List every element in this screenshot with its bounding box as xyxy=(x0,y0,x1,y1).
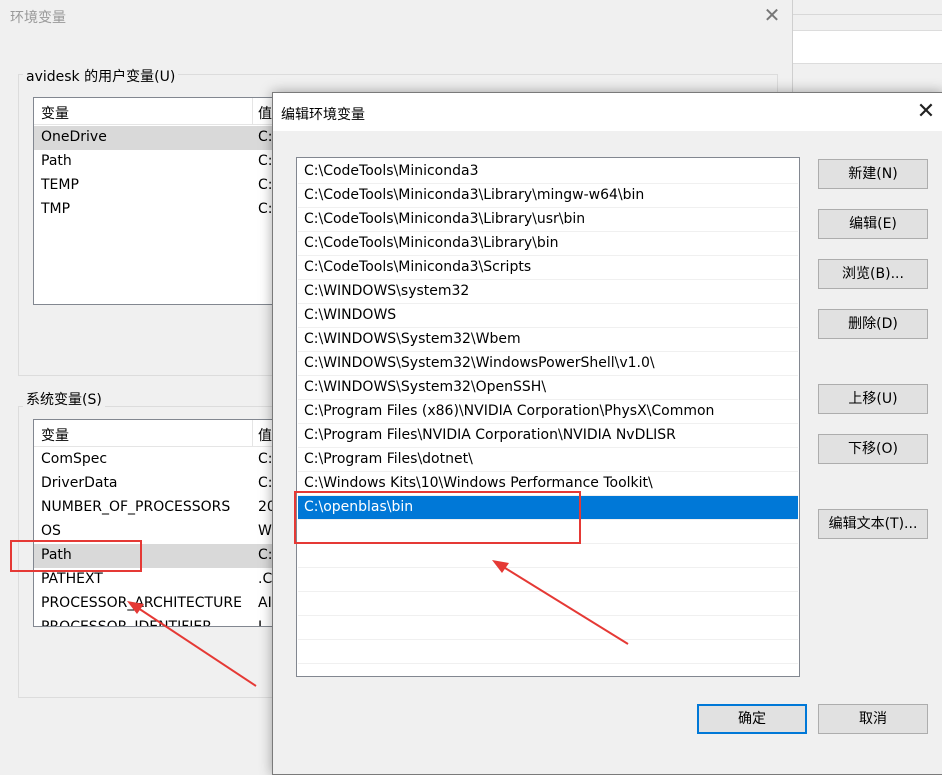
variable-value: C: xyxy=(258,201,273,217)
edit-environment-variable-dialog: 编辑环境变量 ✕ C:\CodeTools\Miniconda3 C:\Code… xyxy=(272,92,942,775)
path-text: C:\WINDOWS\System32\WindowsPowerShell\v1… xyxy=(304,355,655,371)
path-text: C:\Program Files\dotnet\ xyxy=(304,451,473,467)
path-text: C:\WINDOWS\system32 xyxy=(304,283,470,299)
dialog-title: 编辑环境变量 xyxy=(281,107,365,123)
variable-name: Path xyxy=(41,153,72,169)
user-variables-list[interactable]: 变量 值 OneDrive C: Path C: TEMP C: TMP C: xyxy=(33,97,285,305)
cancel-button[interactable]: 取消 xyxy=(818,704,928,734)
variable-name: OS xyxy=(41,523,61,539)
system-variables-label: 系统变量(S) xyxy=(23,389,105,409)
variable-name: NUMBER_OF_PROCESSORS xyxy=(41,499,231,515)
column-header-variable[interactable]: 变量 xyxy=(41,425,69,445)
close-icon[interactable]: ✕ xyxy=(763,4,781,26)
path-list-item[interactable]: C:\Program Files\dotnet\ xyxy=(298,448,798,472)
move-up-button[interactable]: 上移(U) xyxy=(818,384,928,414)
path-text: C:\WINDOWS\System32\Wbem xyxy=(304,331,521,347)
path-text: C:\CodeTools\Miniconda3\Library\usr\bin xyxy=(304,211,586,227)
column-header-value[interactable]: 值 xyxy=(258,103,272,123)
list-item[interactable]: OneDrive C: xyxy=(34,126,284,150)
variable-value: C: xyxy=(258,177,273,193)
path-list-item[interactable]: C:\CodeTools\Miniconda3\Library\usr\bin xyxy=(298,208,798,232)
edit-button[interactable]: 编辑(E) xyxy=(818,209,928,239)
variable-value: C: xyxy=(258,153,273,169)
path-list-empty-row[interactable] xyxy=(298,640,798,664)
path-list-item[interactable]: C:\Program Files\NVIDIA Corporation\NVID… xyxy=(298,424,798,448)
path-text: C:\Windows Kits\10\Windows Performance T… xyxy=(304,475,653,491)
dialog-titlebar: 编辑环境变量 ✕ xyxy=(273,93,942,131)
move-down-button[interactable]: 下移(O) xyxy=(818,434,928,464)
variable-value: W xyxy=(258,523,272,539)
path-list-item[interactable]: C:\WINDOWS xyxy=(298,304,798,328)
variable-name: ComSpec xyxy=(41,451,108,467)
new-path-highlight-box xyxy=(294,491,581,544)
variable-value: C: xyxy=(258,451,273,467)
list-header: 变量 值 xyxy=(34,98,284,125)
variable-name: DriverData xyxy=(41,475,118,491)
list-item[interactable]: ComSpec C: xyxy=(34,448,284,472)
path-text: C:\Program Files (x86)\NVIDIA Corporatio… xyxy=(304,403,715,419)
column-header-value[interactable]: 值 xyxy=(258,425,272,445)
column-divider[interactable] xyxy=(252,420,253,446)
list-header: 变量 值 xyxy=(34,420,284,447)
path-list[interactable]: C:\CodeTools\Miniconda3 C:\CodeTools\Min… xyxy=(296,157,800,677)
path-list-empty-row[interactable] xyxy=(298,544,798,568)
list-item[interactable]: Path C: xyxy=(34,150,284,174)
path-list-empty-row[interactable] xyxy=(298,592,798,616)
path-list-empty-row[interactable] xyxy=(298,568,798,592)
path-list-empty-row[interactable] xyxy=(298,616,798,640)
ok-button[interactable]: 确定 xyxy=(697,704,807,734)
list-item[interactable]: TMP C: xyxy=(34,198,284,222)
path-text: C:\Program Files\NVIDIA Corporation\NVID… xyxy=(304,427,676,443)
path-list-item[interactable]: C:\CodeTools\Miniconda3\Library\bin xyxy=(298,232,798,256)
variable-value: C: xyxy=(258,129,273,145)
list-item[interactable]: TEMP C: xyxy=(34,174,284,198)
background-divider xyxy=(792,14,942,15)
browse-button[interactable]: 浏览(B)... xyxy=(818,259,928,289)
variable-name: OneDrive xyxy=(41,129,107,145)
variable-value: C: xyxy=(258,547,273,563)
variable-value: AI xyxy=(258,595,272,611)
variable-name: TMP xyxy=(41,201,71,217)
path-list-item[interactable]: C:\CodeTools\Miniconda3\Scripts xyxy=(298,256,798,280)
list-item[interactable]: PROCESSOR_ARCHITECTURE AI xyxy=(34,592,284,616)
path-list-item[interactable]: C:\WINDOWS\system32 xyxy=(298,280,798,304)
path-list-item[interactable]: C:\Program Files (x86)\NVIDIA Corporatio… xyxy=(298,400,798,424)
list-item[interactable]: PROCESSOR_IDENTIFIER I xyxy=(34,616,284,627)
list-item[interactable]: NUMBER_OF_PROCESSORS 20 xyxy=(34,496,284,520)
close-icon[interactable]: ✕ xyxy=(913,99,939,125)
variable-name: PROCESSOR_IDENTIFIER xyxy=(41,619,212,627)
path-list-item[interactable]: C:\WINDOWS\System32\WindowsPowerShell\v1… xyxy=(298,352,798,376)
edit-text-button[interactable]: 编辑文本(T)... xyxy=(818,509,928,539)
path-text: C:\WINDOWS\System32\OpenSSH\ xyxy=(304,379,547,395)
new-button[interactable]: 新建(N) xyxy=(818,159,928,189)
variable-name: PATHEXT xyxy=(41,571,103,587)
variable-value: I xyxy=(258,619,263,627)
background-panel xyxy=(792,30,942,64)
variable-name: TEMP xyxy=(41,177,79,193)
user-variables-label: avidesk 的用户变量(U) xyxy=(23,66,179,86)
path-highlight-box xyxy=(10,540,142,572)
path-list-item[interactable]: C:\CodeTools\Miniconda3\Library\mingw-w6… xyxy=(298,184,798,208)
path-text: C:\CodeTools\Miniconda3\Library\mingw-w6… xyxy=(304,187,645,203)
path-text: C:\CodeTools\Miniconda3\Scripts xyxy=(304,259,532,275)
variable-value: .C xyxy=(258,571,273,587)
path-list-item[interactable]: C:\CodeTools\Miniconda3 xyxy=(298,160,798,184)
variable-name: PROCESSOR_ARCHITECTURE xyxy=(41,595,242,611)
path-text: C:\CodeTools\Miniconda3\Library\bin xyxy=(304,235,559,251)
path-text: C:\WINDOWS xyxy=(304,307,397,323)
path-list-item[interactable]: C:\WINDOWS\System32\Wbem xyxy=(298,328,798,352)
variable-value: C: xyxy=(258,475,273,491)
list-item[interactable]: DriverData C: xyxy=(34,472,284,496)
delete-button[interactable]: 删除(D) xyxy=(818,309,928,339)
path-text: C:\CodeTools\Miniconda3 xyxy=(304,163,479,179)
column-header-variable[interactable]: 变量 xyxy=(41,103,69,123)
window-title: 环境变量 xyxy=(10,10,66,26)
path-list-item[interactable]: C:\WINDOWS\System32\OpenSSH\ xyxy=(298,376,798,400)
column-divider[interactable] xyxy=(252,98,253,124)
system-variables-list[interactable]: 变量 值 ComSpec C: DriverData C: NUMBER_OF_… xyxy=(33,419,285,627)
